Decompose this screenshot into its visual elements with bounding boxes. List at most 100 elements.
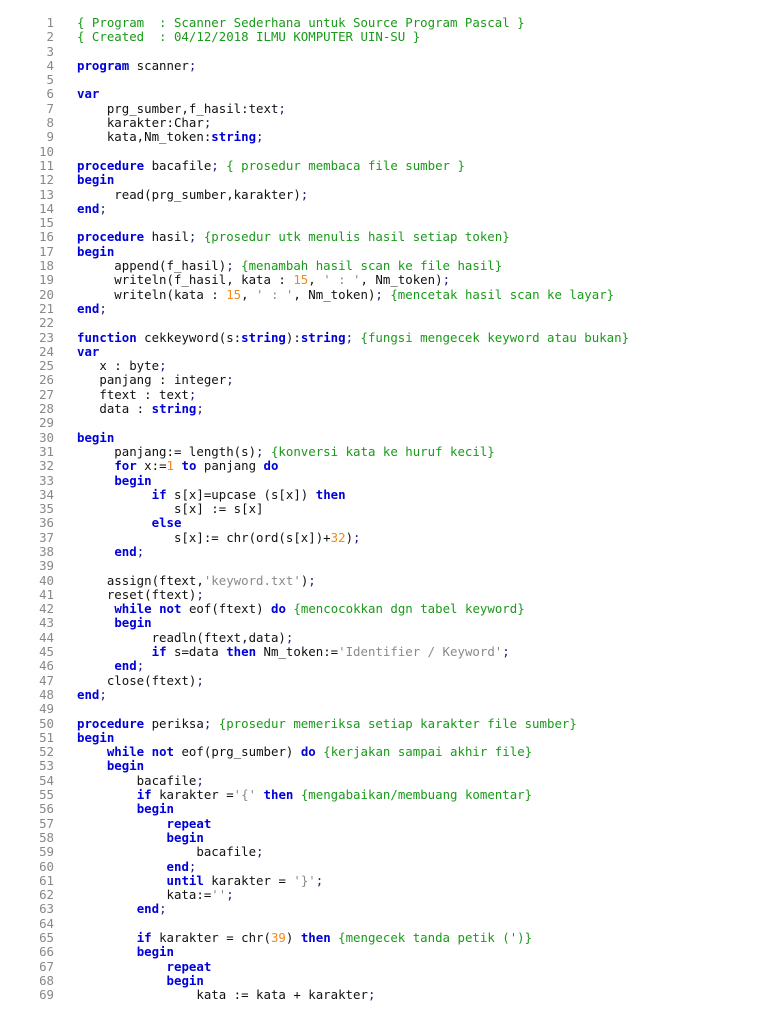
punctuation-token: ; bbox=[367, 987, 376, 1003]
line-number: 28 bbox=[39, 401, 54, 417]
line-source: ftext : text; bbox=[77, 386, 196, 402]
line-source: bacafile; bbox=[77, 772, 204, 788]
punctuation-token: ; bbox=[136, 543, 145, 559]
line-number: 30 bbox=[39, 429, 54, 445]
line-source: assign(ftext,'keyword.txt'); bbox=[77, 572, 316, 588]
line-number: 52 bbox=[39, 744, 54, 760]
punctuation-token: ; bbox=[188, 858, 197, 874]
code-line: 65 if karakter = chr(39) then {mengecek … bbox=[0, 930, 768, 945]
keyword-token: begin bbox=[114, 615, 152, 631]
line-source: bacafile; bbox=[77, 844, 263, 860]
keyword-token: then bbox=[226, 644, 257, 660]
code-line: 48 end; bbox=[0, 686, 768, 702]
line-source: s[x] := s[x] bbox=[77, 501, 264, 516]
line-number: 44 bbox=[39, 629, 54, 645]
number-token: 39 bbox=[270, 930, 286, 945]
punctuation-token: ; bbox=[226, 887, 234, 903]
line-source: while not eof(ftext) do {mencocokkan dgn… bbox=[77, 601, 524, 617]
code-token: x : byte bbox=[77, 358, 160, 374]
line-number: 35 bbox=[39, 501, 54, 517]
keyword-token: begin bbox=[106, 758, 145, 774]
code-line: 43 begin bbox=[0, 615, 768, 631]
code-token: eof(ftext) bbox=[181, 601, 272, 617]
punctuation-token: ; bbox=[308, 572, 316, 588]
line-source: begin bbox=[77, 615, 152, 631]
code-token: close(ftext) bbox=[77, 672, 197, 688]
punctuation-token: ; bbox=[159, 901, 167, 917]
string-token: '}' bbox=[293, 872, 316, 888]
code-line: 37 s[x]:= chr(ord(s[x])+32); bbox=[0, 529, 768, 545]
keyword-token: begin bbox=[77, 243, 115, 259]
line-source: begin bbox=[77, 243, 115, 259]
code-token: scanner bbox=[129, 57, 189, 73]
string-token: 'Identifier / Keyword' bbox=[338, 644, 503, 660]
line-number: 54 bbox=[39, 772, 54, 788]
code-token: s=data bbox=[166, 644, 227, 660]
code-token: bacafile bbox=[77, 772, 197, 788]
punctuation-token: ; bbox=[300, 186, 309, 202]
line-source: until karakter = '}'; bbox=[77, 872, 324, 888]
line-source: kata:=''; bbox=[77, 887, 234, 903]
line-number: 24 bbox=[39, 343, 54, 359]
code-line: 2 { Created : 04/12/2018 ILMU KOMPUTER UI… bbox=[0, 29, 768, 44]
line-number: 17 bbox=[39, 243, 54, 259]
code-token: ) bbox=[345, 529, 354, 545]
code-token: ftext : text bbox=[77, 386, 189, 402]
line-number: 40 bbox=[39, 572, 54, 588]
keyword-token: begin bbox=[114, 472, 152, 488]
line-source: if s[x]=upcase (s[x]) then bbox=[77, 487, 346, 502]
line-source: repeat bbox=[77, 958, 212, 974]
line-number: 57 bbox=[39, 815, 54, 831]
punctuation-token: ; bbox=[196, 772, 204, 788]
keyword-token: begin bbox=[166, 972, 204, 988]
keyword-token: end bbox=[77, 300, 100, 316]
line-source: end; bbox=[77, 543, 145, 559]
line-source: begin bbox=[77, 830, 204, 845]
punctuation-token: ; bbox=[99, 686, 107, 702]
line-number: 46 bbox=[39, 658, 54, 674]
code-token: kata := kata + karakter bbox=[77, 987, 368, 1003]
code-line: 30 begin bbox=[0, 429, 768, 445]
keyword-token: repeat bbox=[166, 815, 212, 831]
code-token: ) bbox=[285, 930, 301, 945]
keyword-token: var bbox=[77, 343, 100, 359]
line-number: 6 bbox=[46, 86, 54, 102]
line-number: 3 bbox=[46, 43, 54, 59]
line-source: begin bbox=[77, 472, 152, 488]
keyword-token: repeat bbox=[166, 958, 212, 974]
code-token: bacafile bbox=[77, 844, 257, 860]
line-number: 60 bbox=[39, 858, 54, 874]
code-line: 31 panjang:= length(s); {konversi kata k… bbox=[0, 444, 768, 459]
code-line: 46 end; bbox=[0, 658, 768, 674]
line-source: program scanner; bbox=[77, 57, 196, 73]
line-source: procedure hasil; {prosedur utk menulis h… bbox=[77, 230, 510, 244]
line-source: begin bbox=[77, 430, 114, 445]
code-line: 63 end; bbox=[0, 901, 768, 917]
line-number: 69 bbox=[39, 987, 54, 1003]
line-source: s[x]:= chr(ord(s[x])+32); bbox=[77, 529, 361, 545]
code-line: 57 repeat bbox=[0, 815, 768, 831]
code-listing: 1 { Program : Scanner Sederhana untuk Sou… bbox=[0, 15, 768, 1003]
line-number: 61 bbox=[39, 872, 54, 888]
line-source: x : byte; bbox=[77, 358, 166, 374]
line-number: 12 bbox=[39, 172, 54, 188]
keyword-token: end bbox=[77, 686, 100, 702]
line-number: 53 bbox=[39, 758, 54, 774]
keyword-token: end bbox=[136, 901, 160, 917]
line-source: end; bbox=[77, 300, 107, 316]
code-line: 3 bbox=[0, 43, 768, 59]
code-token: , bbox=[308, 272, 324, 288]
code-token: kata:= bbox=[77, 887, 212, 903]
line-number: 1 bbox=[46, 15, 54, 30]
line-number: 63 bbox=[39, 901, 54, 917]
line-number: 58 bbox=[39, 829, 54, 845]
code-line: 13 read(prg_sumber,karakter); bbox=[0, 186, 768, 202]
line-number: 37 bbox=[39, 529, 54, 545]
code-line: 12 begin bbox=[0, 172, 768, 188]
line-number: 14 bbox=[39, 200, 54, 216]
